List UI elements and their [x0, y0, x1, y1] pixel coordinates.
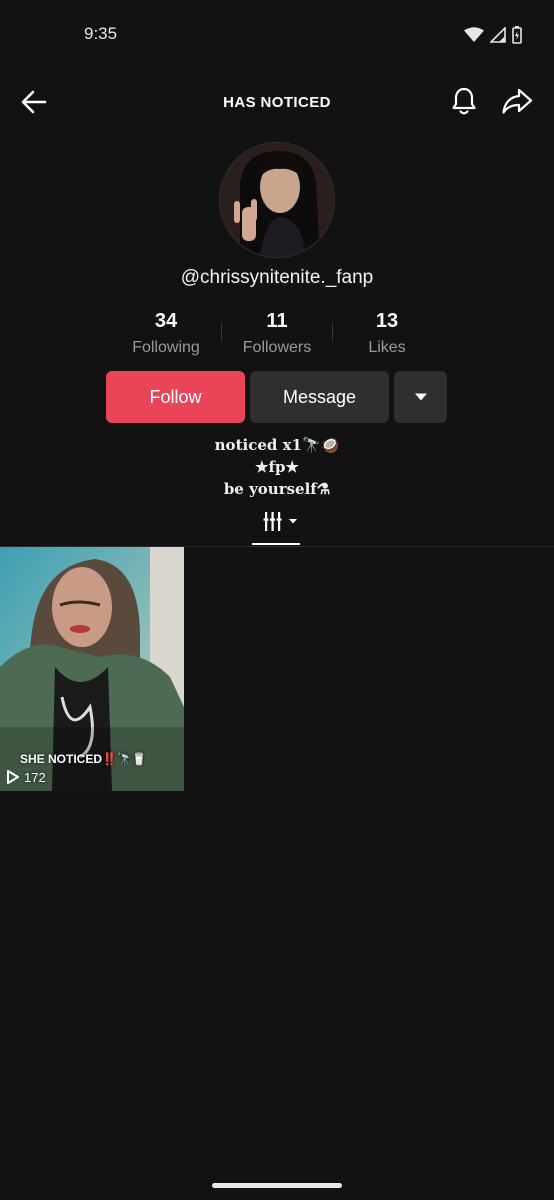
- bell-icon: [452, 87, 476, 115]
- avatar-photo: [220, 143, 334, 257]
- avatar[interactable]: [219, 142, 335, 258]
- stat-followers-value: 11: [266, 310, 288, 332]
- tab-videos[interactable]: [252, 507, 300, 547]
- bio-line: be yourself⚗: [223, 480, 331, 498]
- profile-username: @chrissynitenite._fanp: [180, 267, 374, 288]
- video-caption: SHE NOTICED‼️🔭🥛: [20, 752, 147, 766]
- video-view-count: 172: [6, 769, 46, 785]
- message-button-label: Message: [282, 386, 357, 407]
- status-icons: [464, 26, 522, 44]
- stat-likes-value: 13: [375, 310, 399, 332]
- video-views-value: 172: [24, 769, 46, 785]
- status-time: 9:35: [84, 24, 118, 43]
- wifi-icon: [464, 27, 484, 42]
- stat-following[interactable]: 34 Following: [111, 310, 221, 357]
- caret-down-icon: [414, 393, 427, 401]
- stat-followers[interactable]: 11 Followers: [222, 310, 332, 357]
- bio-line: ★fp★: [255, 458, 299, 476]
- cell-signal-icon: [490, 27, 506, 43]
- stat-following-label: Following: [132, 339, 200, 356]
- notifications-button[interactable]: [448, 85, 480, 117]
- follow-button[interactable]: Follow: [106, 371, 245, 423]
- profile-bio: noticed x1🔭🥥 ★fp★ be yourself⚗: [0, 434, 554, 500]
- stat-following-value: 34: [154, 310, 178, 332]
- message-button[interactable]: Message: [250, 371, 389, 423]
- video-thumbnail[interactable]: SHE NOTICED‼️🔭🥛 172: [0, 547, 184, 791]
- follow-button-label: Follow: [149, 386, 202, 407]
- tab-active-indicator: [252, 543, 300, 545]
- bio-line: noticed x1🔭🥥: [214, 436, 340, 454]
- stat-likes[interactable]: 13 Likes: [332, 310, 442, 357]
- stat-followers-label: Followers: [242, 339, 312, 356]
- play-outline-icon: [7, 770, 19, 784]
- grid-columns-icon: [263, 512, 297, 531]
- home-indicator[interactable]: [212, 1183, 342, 1188]
- battery-icon: [512, 26, 522, 44]
- stat-likes-label: Likes: [368, 339, 406, 356]
- suggested-accounts-button[interactable]: [394, 371, 447, 423]
- share-arrow-icon: [502, 88, 533, 114]
- share-button[interactable]: [500, 85, 534, 117]
